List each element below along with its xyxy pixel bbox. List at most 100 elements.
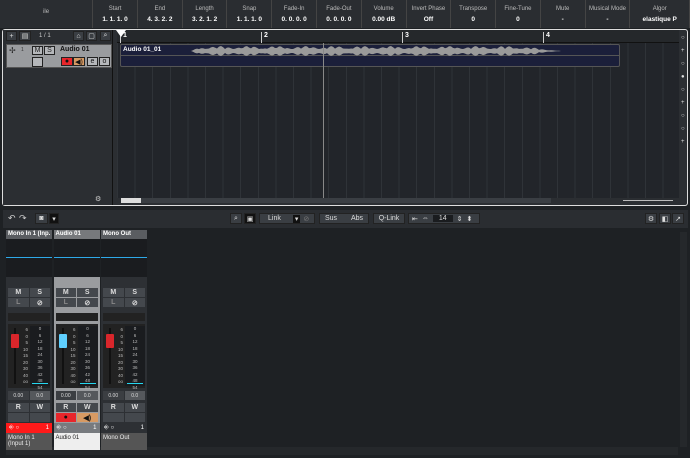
info-field[interactable]: Length 3. 2. 1. 2 bbox=[183, 0, 228, 28]
undo-icon[interactable]: ↶ bbox=[8, 213, 16, 224]
insert-slot[interactable] bbox=[8, 313, 50, 321]
monitor-icon[interactable]: ◀) bbox=[73, 57, 85, 66]
window-icon[interactable]: ▣ bbox=[244, 213, 256, 224]
solo-button[interactable]: S bbox=[124, 288, 145, 297]
mute-button[interactable]: M bbox=[32, 46, 43, 55]
insert-slot[interactable] bbox=[55, 313, 98, 321]
channel-header[interactable]: Mono In 1 (Inp. bbox=[6, 230, 52, 239]
info-value[interactable]: - bbox=[606, 16, 608, 23]
channel-routing[interactable]: ⎆ ○ 1 bbox=[53, 423, 100, 433]
search-icon[interactable]: ⌕ bbox=[100, 31, 111, 41]
write-button[interactable]: W bbox=[29, 403, 50, 412]
channel-header[interactable]: Mono Out bbox=[101, 230, 147, 239]
settings-icon[interactable]: ⚙ bbox=[645, 213, 657, 224]
info-value[interactable]: Off bbox=[424, 16, 433, 23]
info-value[interactable]: 0. 0. 0. 0 bbox=[326, 16, 351, 23]
info-field[interactable]: Volume 0.00 dB bbox=[362, 0, 407, 28]
widen-icon[interactable]: ⇔ bbox=[422, 215, 429, 222]
channel-name[interactable]: Mono Out bbox=[101, 433, 147, 450]
info-field[interactable]: Mute - bbox=[541, 0, 586, 28]
redo-icon[interactable]: ↷ bbox=[19, 213, 27, 224]
read-automation-icon[interactable]: e bbox=[87, 57, 98, 66]
playhead-marker[interactable] bbox=[116, 30, 126, 37]
link-reset-icon[interactable]: ⊘ bbox=[303, 215, 309, 223]
meter-peak-value[interactable]: 0.0 bbox=[124, 391, 145, 400]
insert-slot[interactable] bbox=[103, 313, 145, 321]
fader-value[interactable]: 0.00 bbox=[103, 391, 124, 400]
fader-value[interactable]: 0.00 bbox=[8, 391, 29, 400]
record-enable-icon[interactable]: ● bbox=[61, 57, 73, 66]
mute-button[interactable]: M bbox=[103, 288, 124, 297]
search-icon[interactable]: ⌕ bbox=[230, 213, 242, 224]
height-icon[interactable]: ⇕ bbox=[457, 215, 463, 223]
q-link-button[interactable]: Q-Link bbox=[373, 213, 405, 224]
rack-icon[interactable]: ◧ bbox=[659, 213, 671, 224]
mute-button[interactable]: M bbox=[8, 288, 29, 297]
channel-header[interactable]: Audio 01 bbox=[53, 230, 100, 239]
settings-icon[interactable]: ⚙ bbox=[95, 195, 101, 203]
zoom-slider[interactable] bbox=[623, 200, 673, 201]
info-value[interactable]: 4. 3. 2. 2 bbox=[147, 16, 172, 23]
chevron-down-icon[interactable]: ▾ bbox=[49, 213, 59, 224]
track-color-button[interactable] bbox=[32, 57, 43, 67]
vertical-scrollbar[interactable] bbox=[680, 232, 687, 447]
channel-strip[interactable]: Mono In 1 (Inp. M S L ⊘ 6 0 5 10 15 20 30 40 oo 061… bbox=[6, 230, 52, 450]
solo-button[interactable]: S bbox=[44, 46, 55, 55]
info-field[interactable]: Invert Phase Off bbox=[407, 0, 452, 28]
info-field[interactable]: Start 1. 1. 1. 0 bbox=[93, 0, 138, 28]
phase-icon[interactable]: ⊘ bbox=[77, 298, 98, 307]
sus-button[interactable]: Sus bbox=[325, 215, 337, 222]
info-field[interactable]: Transpose 0 bbox=[451, 0, 497, 28]
read-button[interactable]: R bbox=[103, 403, 124, 412]
track-audio-01[interactable]: ✢ 1 M S Audio 01 ● ◀) e o bbox=[6, 44, 112, 68]
narrow-icon[interactable]: ⇤ bbox=[412, 215, 418, 223]
write-button[interactable]: W bbox=[77, 403, 98, 412]
info-field[interactable]: Fine-Tune 0 bbox=[496, 0, 541, 28]
solo-button[interactable]: S bbox=[77, 288, 98, 297]
channel-strip[interactable]: Mono Out M S L ⊘ 6 0 5 10 15 20 30 40 oo 0 6 12 18 24 30… bbox=[101, 230, 147, 450]
info-value[interactable]: 0 bbox=[516, 16, 520, 23]
audio-event[interactable]: Audio 01_01 bbox=[120, 44, 620, 67]
channel-routing[interactable]: ⎆ ○ 1 bbox=[101, 423, 147, 433]
info-field[interactable]: Musical Mode - bbox=[586, 0, 631, 28]
add-track-button[interactable]: + bbox=[6, 31, 17, 41]
event-display[interactable]: Audio 01_01 bbox=[117, 43, 679, 198]
info-field[interactable]: Snap 1. 1. 1. 0 bbox=[227, 0, 273, 28]
window-icon[interactable]: ▢ bbox=[86, 31, 97, 41]
stepper-icon[interactable]: ⬍ bbox=[467, 215, 473, 223]
info-value[interactable]: 3. 2. 1. 2 bbox=[192, 16, 217, 23]
info-value[interactable]: 0 bbox=[471, 16, 475, 23]
channel-routing[interactable]: ⎆ ○ 1 bbox=[6, 423, 52, 433]
link-button[interactable]: Link ▾ ⊘ bbox=[259, 213, 315, 224]
maximize-icon[interactable]: ↗ bbox=[672, 213, 684, 224]
listen-button[interactable]: L bbox=[103, 298, 124, 307]
visibility-icon[interactable]: ⌂ bbox=[73, 31, 84, 41]
width-value[interactable]: 14 bbox=[432, 215, 453, 222]
track-name[interactable]: Audio 01 bbox=[60, 46, 90, 53]
meter-peak-value[interactable]: 0.0 bbox=[29, 391, 50, 400]
monitor-icon[interactable]: ◀) bbox=[77, 413, 98, 422]
snapshot-icon[interactable]: ◙ bbox=[35, 213, 48, 224]
meter-peak-value[interactable]: 0.0 bbox=[77, 391, 98, 400]
chevron-down-icon[interactable]: ▾ bbox=[292, 214, 301, 223]
record-enable-icon[interactable]: ● bbox=[55, 413, 76, 422]
info-field[interactable]: ile bbox=[0, 0, 94, 28]
solo-button[interactable]: S bbox=[29, 288, 50, 297]
listen-button[interactable]: L bbox=[55, 298, 76, 307]
add-folder-icon[interactable]: ▤ bbox=[19, 31, 31, 41]
channel-name[interactable]: Audio 01 bbox=[53, 433, 100, 450]
horizontal-scrollbar[interactable] bbox=[121, 198, 551, 203]
info-value[interactable]: elastique P bbox=[643, 16, 677, 23]
info-field[interactable]: End 4. 3. 2. 2 bbox=[138, 0, 183, 28]
channel-strip[interactable]: Audio 01 M S L ⊘ 6 0 5 10 15 20 30 40 oo 0 6 12 18 24 30… bbox=[53, 230, 100, 450]
zoom-controls[interactable]: ○ + ○ ● ○ + ○ ○ + bbox=[681, 32, 687, 197]
info-value[interactable]: 0. 0. 0. 0 bbox=[281, 16, 306, 23]
info-field[interactable]: Fade-In 0. 0. 0. 0 bbox=[272, 0, 318, 28]
mute-button[interactable]: M bbox=[55, 288, 76, 297]
edit-icon[interactable]: o bbox=[99, 57, 110, 66]
read-button[interactable]: R bbox=[55, 403, 76, 412]
info-value[interactable]: 1. 1. 1. 0 bbox=[102, 16, 127, 23]
write-button[interactable]: W bbox=[124, 403, 145, 412]
abs-button[interactable]: Abs bbox=[351, 215, 363, 222]
phase-icon[interactable]: ⊘ bbox=[29, 298, 50, 307]
